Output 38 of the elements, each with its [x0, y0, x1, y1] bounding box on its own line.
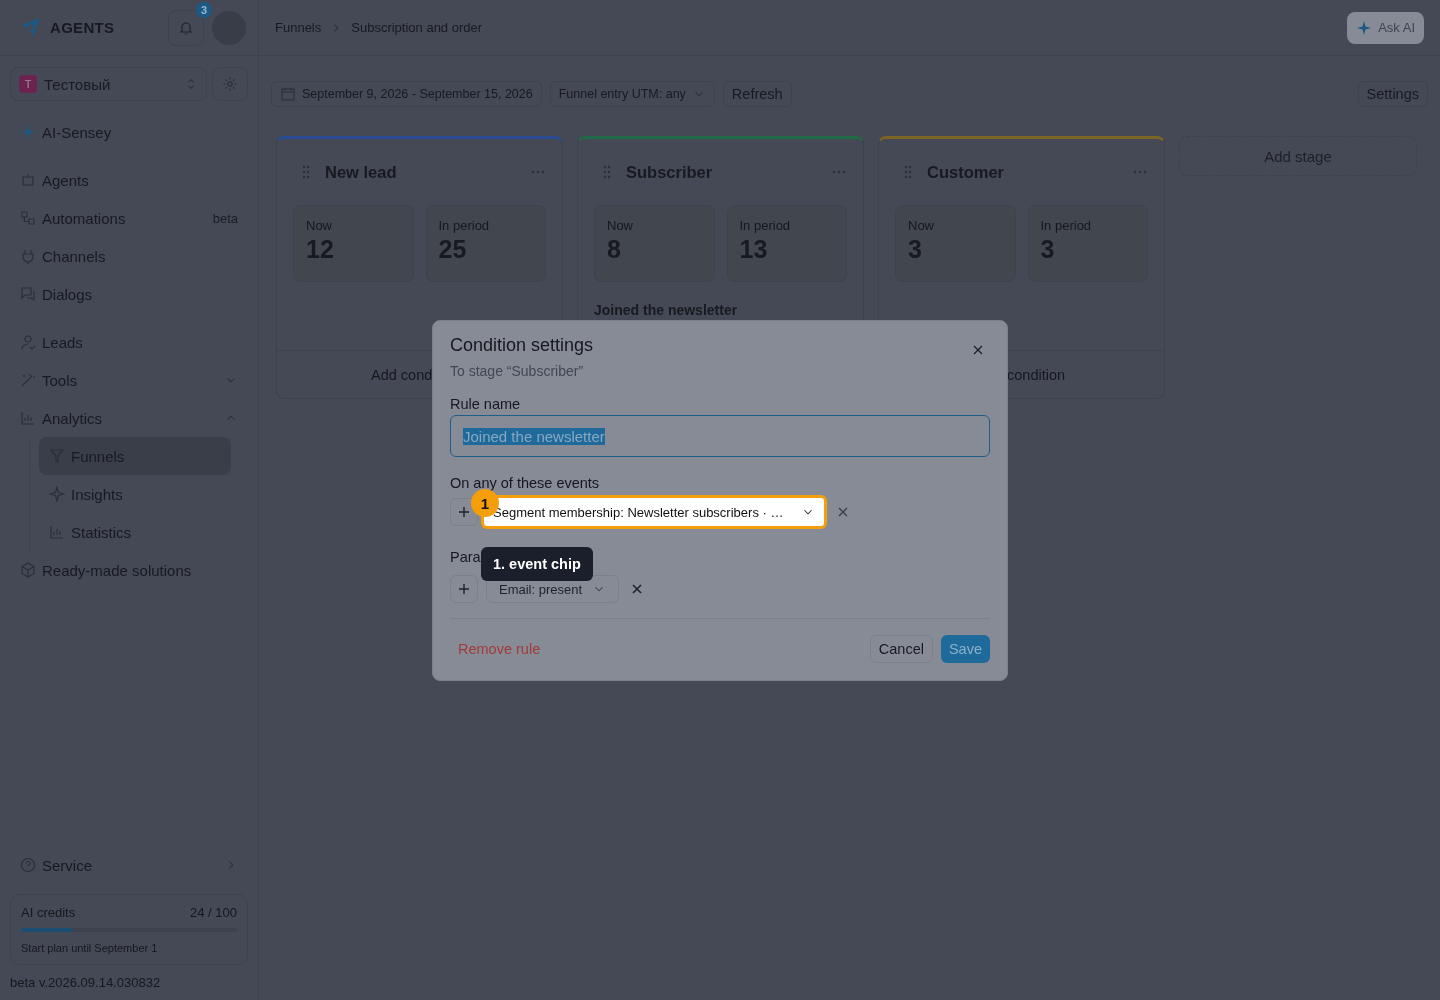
- save-button[interactable]: Save: [940, 635, 990, 663]
- bar-chart-icon: [20, 410, 36, 426]
- plus-icon: [456, 504, 472, 520]
- add-condition-link[interactable]: Add cond: [371, 366, 433, 383]
- cancel-button[interactable]: Cancel: [869, 635, 933, 663]
- cube-icon: [20, 562, 36, 578]
- settings-button[interactable]: [212, 67, 248, 101]
- tooltip: 1. event chip: [481, 547, 593, 581]
- avatar[interactable]: [212, 10, 246, 45]
- user-icon: [20, 334, 36, 350]
- sparkle-icon: [49, 486, 65, 502]
- ask-ai-button[interactable]: Ask AI: [1347, 11, 1424, 44]
- drag-handle-icon[interactable]: [301, 164, 311, 180]
- rule-name-field[interactable]: Joined the newsletter: [450, 415, 990, 457]
- sparkle-icon: [20, 124, 36, 140]
- dialog-title: Condition settings: [450, 335, 594, 356]
- bell-icon: [178, 19, 194, 36]
- drag-handle-icon[interactable]: [602, 164, 612, 180]
- plus-icon: [456, 581, 472, 597]
- settings-icon: [222, 76, 238, 92]
- drag-handle-icon[interactable]: [903, 164, 913, 180]
- add-parameter-button[interactable]: [450, 575, 478, 603]
- field-label: Para: [450, 549, 481, 565]
- field-label: Rule name: [450, 396, 521, 412]
- field-label: On any of these events: [450, 475, 600, 491]
- nodes-icon: [20, 210, 36, 226]
- remove-rule-button[interactable]: Remove rule: [450, 641, 549, 657]
- workspace-avatar: Т: [19, 75, 37, 93]
- robot-icon: [20, 172, 36, 188]
- notification-count: 3: [196, 1, 212, 18]
- chat-icon: [20, 286, 36, 302]
- help-icon: [20, 857, 36, 873]
- wand-icon: [20, 372, 36, 388]
- dialog-subtitle: To stage “Subscriber”: [450, 363, 585, 379]
- calendar-icon: [280, 86, 296, 102]
- bar-chart-icon: [49, 524, 65, 540]
- add-condition-link[interactable]: condition: [1007, 366, 1066, 383]
- plug-icon: [20, 248, 36, 264]
